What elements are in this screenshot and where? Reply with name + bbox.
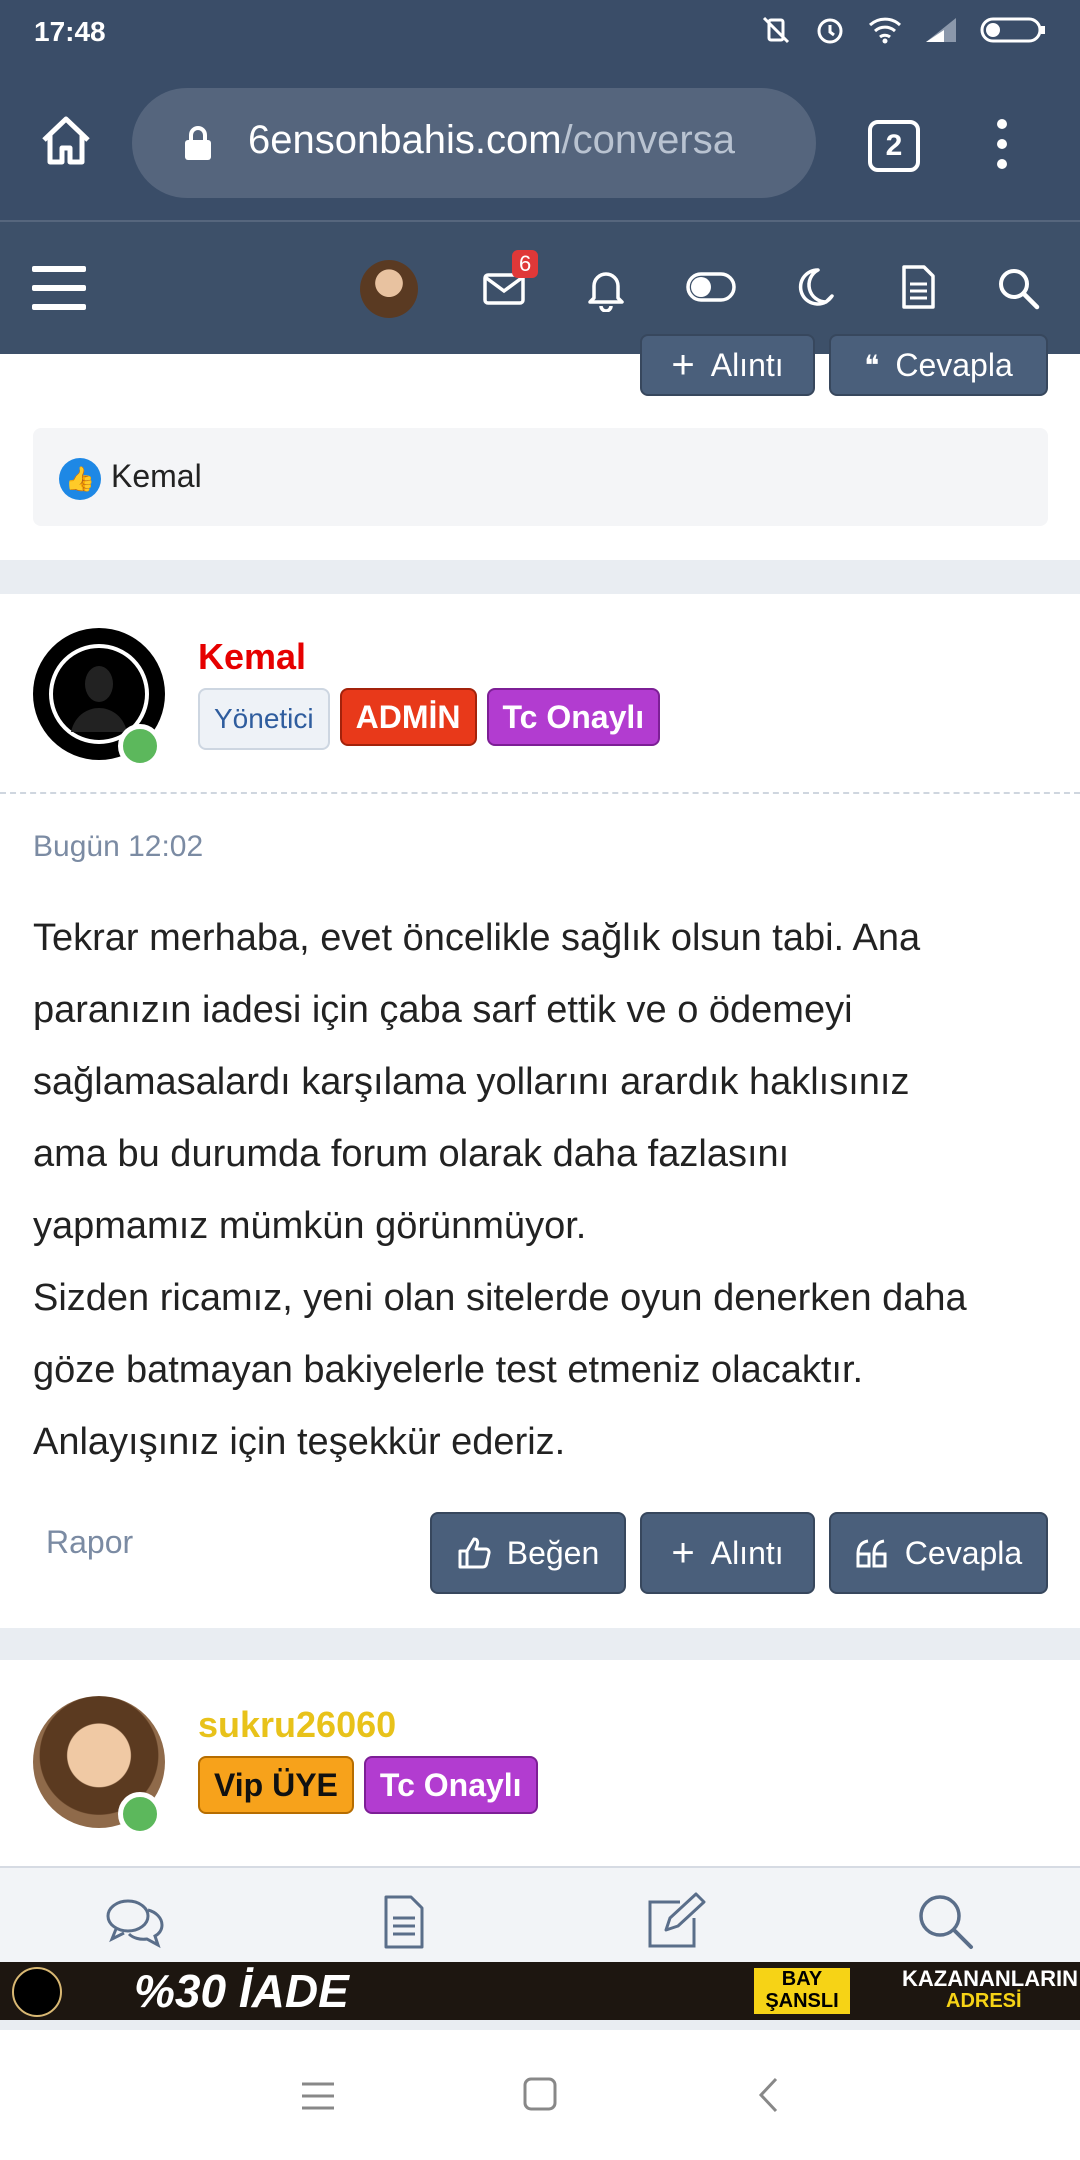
- reply-button[interactable]: Cevapla: [829, 1512, 1048, 1594]
- inbox-button[interactable]: 6: [482, 250, 539, 315]
- status-bar: 17:48: [0, 0, 1080, 66]
- recents-icon[interactable]: [300, 2080, 336, 2112]
- edit-icon[interactable]: [644, 1892, 706, 1950]
- ad-left-text: %30 İADE: [134, 1965, 349, 2017]
- inbox-count-badge: 6: [512, 250, 539, 278]
- wifi-icon: [868, 17, 902, 44]
- post-card: Kemal Yönetici ADMİN Tc Onaylı Bugün 12:…: [0, 594, 1080, 1628]
- address-bar[interactable]: 6ensonbahis.com/conversa: [132, 88, 816, 198]
- post-username[interactable]: Kemal: [198, 636, 306, 678]
- post-line: sağlamasalardı karşılama yollarını arard…: [33, 1061, 910, 1103]
- status-icons: [760, 14, 1046, 46]
- ad-mid-text: BAY ŞANSLI: [754, 1968, 850, 2014]
- plus-icon: +: [671, 1530, 695, 1575]
- online-status-icon: [118, 1792, 162, 1836]
- conversations-icon[interactable]: [104, 1896, 166, 1950]
- verified-banner: Tc Onaylı: [363, 1756, 538, 1814]
- document-icon[interactable]: [900, 264, 936, 310]
- report-link[interactable]: Rapor: [46, 1524, 133, 1561]
- quote-marks-icon: [856, 1539, 887, 1568]
- online-status-icon: [118, 724, 162, 768]
- home-button-icon[interactable]: [522, 2076, 558, 2112]
- quote-button[interactable]: + Alıntı: [640, 1512, 815, 1594]
- post-line: Sizden ricamız, yeni olan sitelerde oyun…: [33, 1277, 967, 1319]
- post-divider: [0, 792, 1080, 794]
- search-icon[interactable]: [916, 1892, 974, 1950]
- verified-banner: Tc Onaylı: [486, 688, 661, 746]
- ad-logo: [12, 1967, 62, 2017]
- thumbs-up-icon: [458, 1537, 491, 1569]
- url-text: 6ensonbahis.com/conversa: [248, 118, 798, 163]
- reaction-bar[interactable]: 👍 Kemal: [33, 428, 1048, 526]
- vip-banner: Vip ÜYE: [198, 1756, 354, 1814]
- role-banner: Yönetici: [198, 688, 330, 750]
- tab-switcher-button[interactable]: 2: [868, 120, 920, 172]
- next-post-card: sukru26060 Vip ÜYE Tc Onaylı: [0, 1660, 1080, 1870]
- like-button[interactable]: Beğen: [430, 1512, 626, 1594]
- quote-button-prev[interactable]: + Alıntı: [640, 334, 815, 396]
- lock-icon: [185, 126, 211, 160]
- post-line: yapmamız mümkün görünmüyor.: [33, 1205, 587, 1247]
- user-banners: Yönetici ADMİN Tc Onaylı: [198, 688, 661, 750]
- vibrate-off-icon: [762, 16, 790, 44]
- reply-button-prev[interactable]: ❝ Cevapla: [829, 334, 1048, 396]
- post-line: göze batmayan bakiyelerle test etmeniz o…: [33, 1349, 864, 1391]
- url-domain: 6ensonbahis.com: [248, 118, 562, 162]
- more-menu-icon[interactable]: [990, 116, 1014, 172]
- moon-icon[interactable]: [796, 266, 836, 310]
- search-icon[interactable]: [996, 266, 1040, 310]
- post-body: Tekrar merhaba, evet öncelikle sağlık ol…: [33, 902, 1053, 1478]
- signal-icon: [926, 18, 956, 42]
- hamburger-menu-icon[interactable]: [32, 264, 86, 312]
- post-line: Anlayışınız için teşekkür ederiz.: [33, 1421, 566, 1463]
- document-icon[interactable]: [382, 1894, 426, 1950]
- ad-right-text: KAZANANLARIN: [902, 1966, 1078, 1991]
- next-post-username[interactable]: sukru26060: [198, 1704, 396, 1746]
- status-time: 17:48: [34, 16, 106, 47]
- post-line: ama bu durumda forum olarak daha fazlası…: [33, 1133, 790, 1175]
- battery-icon: [980, 17, 1045, 43]
- user-avatar[interactable]: [360, 260, 418, 318]
- post-timestamp[interactable]: Bugün 12:02: [33, 830, 203, 864]
- alarm-icon: [817, 18, 843, 44]
- ad-banner[interactable]: %30 İADE BAY ŞANSLI KAZANANLARIN ADRESİ: [0, 1962, 1080, 2020]
- ad-right-subtext: ADRESİ: [946, 1990, 1022, 2012]
- admin-banner: ADMİN: [339, 688, 477, 746]
- next-user-banners: Vip ÜYE Tc Onaylı: [198, 1756, 538, 1814]
- home-icon[interactable]: [38, 112, 94, 168]
- toggle-icon[interactable]: [686, 272, 736, 302]
- url-path: /conversa: [561, 118, 735, 162]
- system-nav-bar: [0, 2030, 1080, 2160]
- post-line: paranızın iadesi için çaba sarf ettik ve…: [33, 989, 853, 1031]
- previous-post-footer: + Alıntı ❝ Cevapla 👍 Kemal: [0, 334, 1080, 560]
- reaction-user[interactable]: Kemal: [111, 458, 202, 495]
- browser-toolbar: 6ensonbahis.com/conversa 2: [0, 66, 1080, 220]
- back-icon[interactable]: [756, 2076, 780, 2114]
- bell-icon[interactable]: [586, 266, 626, 312]
- post-line: Tekrar merhaba, evet öncelikle sağlık ol…: [33, 917, 921, 959]
- bottom-nav: [0, 1866, 1080, 1968]
- like-reaction-icon: 👍: [59, 458, 101, 500]
